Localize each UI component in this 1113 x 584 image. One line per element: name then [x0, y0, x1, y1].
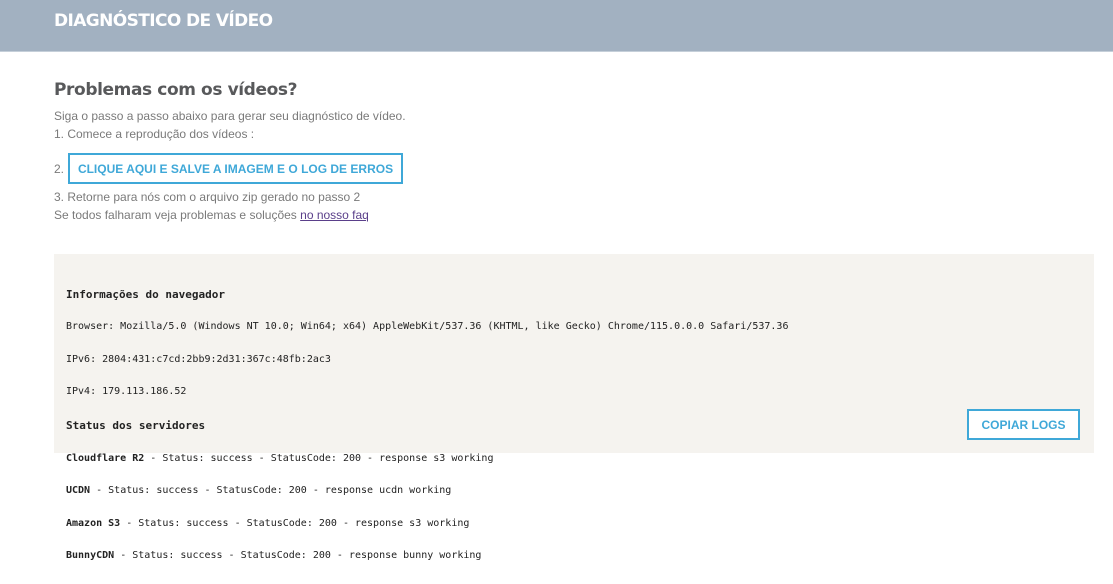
- header-title: DIAGNÓSTICO DE VÍDEO: [54, 11, 273, 31]
- step-2-row: 2. CLIQUE AQUI E SALVE A IMAGEM E O LOG …: [54, 153, 1094, 184]
- server-status: - Status: success - StatusCode: 200 - re…: [144, 452, 494, 464]
- faq-text: Se todos falharam veja problemas e soluç…: [54, 208, 301, 222]
- server-row: UCDN - Status: success - StatusCode: 200…: [66, 485, 788, 497]
- copy-logs-button[interactable]: COPIAR LOGS: [967, 409, 1080, 440]
- browser-info-heading: Informações do navegador: [66, 287, 225, 301]
- server-name: BunnyCDN: [66, 550, 115, 562]
- faq-link[interactable]: no nosso faq: [300, 208, 369, 222]
- server-name: Amazon S3: [66, 517, 121, 529]
- save-image-log-button[interactable]: CLIQUE AQUI E SALVE A IMAGEM E O LOG DE …: [68, 153, 404, 184]
- faq-line: Se todos falharam veja problemas e soluç…: [54, 206, 1094, 224]
- server-row: Amazon S3 - Status: success - StatusCode…: [66, 517, 788, 530]
- server-status: - Status: success - StatusCode: 200 - re…: [120, 517, 470, 529]
- step-1-text: 1. Comece a reprodução dos vídeos :: [54, 127, 255, 141]
- server-row: BunnyCDN - Status: success - StatusCode:…: [66, 550, 788, 562]
- main-content: Problemas com os vídeos? Siga o passo a …: [54, 78, 1094, 224]
- page-header: DIAGNÓSTICO DE VÍDEO: [0, 0, 1113, 52]
- servers-status-heading: Status dos servidores: [66, 419, 206, 433]
- ipv4-line: IPv4: 179.113.186.52: [66, 385, 187, 397]
- server-status: - Status: success - StatusCode: 200 - re…: [90, 485, 452, 497]
- browser-line: Browser: Mozilla/5.0 (Windows NT 10.0; W…: [66, 321, 789, 333]
- intro-text: Siga o passo a passo abaixo para gerar s…: [54, 109, 406, 123]
- ipv6-line: IPv6: 2804:431:c7cd:2bb9:2d31:367c:48fb:…: [66, 353, 331, 365]
- server-status: - Status: success - StatusCode: 200 - re…: [114, 550, 482, 562]
- page-title: Problemas com os vídeos?: [54, 80, 298, 100]
- log-content: Informações do navegador Browser: Mozill…: [66, 266, 788, 584]
- server-name: UCDN: [66, 485, 91, 497]
- server-row: Cloudflare R2 - Status: success - Status…: [66, 452, 788, 465]
- step-3-text: 3. Retorne para nós com o arquivo zip ge…: [54, 190, 361, 204]
- step-2-number: 2.: [54, 161, 65, 176]
- server-name: Cloudflare R2: [66, 452, 145, 464]
- log-panel: Informações do navegador Browser: Mozill…: [54, 254, 1094, 561]
